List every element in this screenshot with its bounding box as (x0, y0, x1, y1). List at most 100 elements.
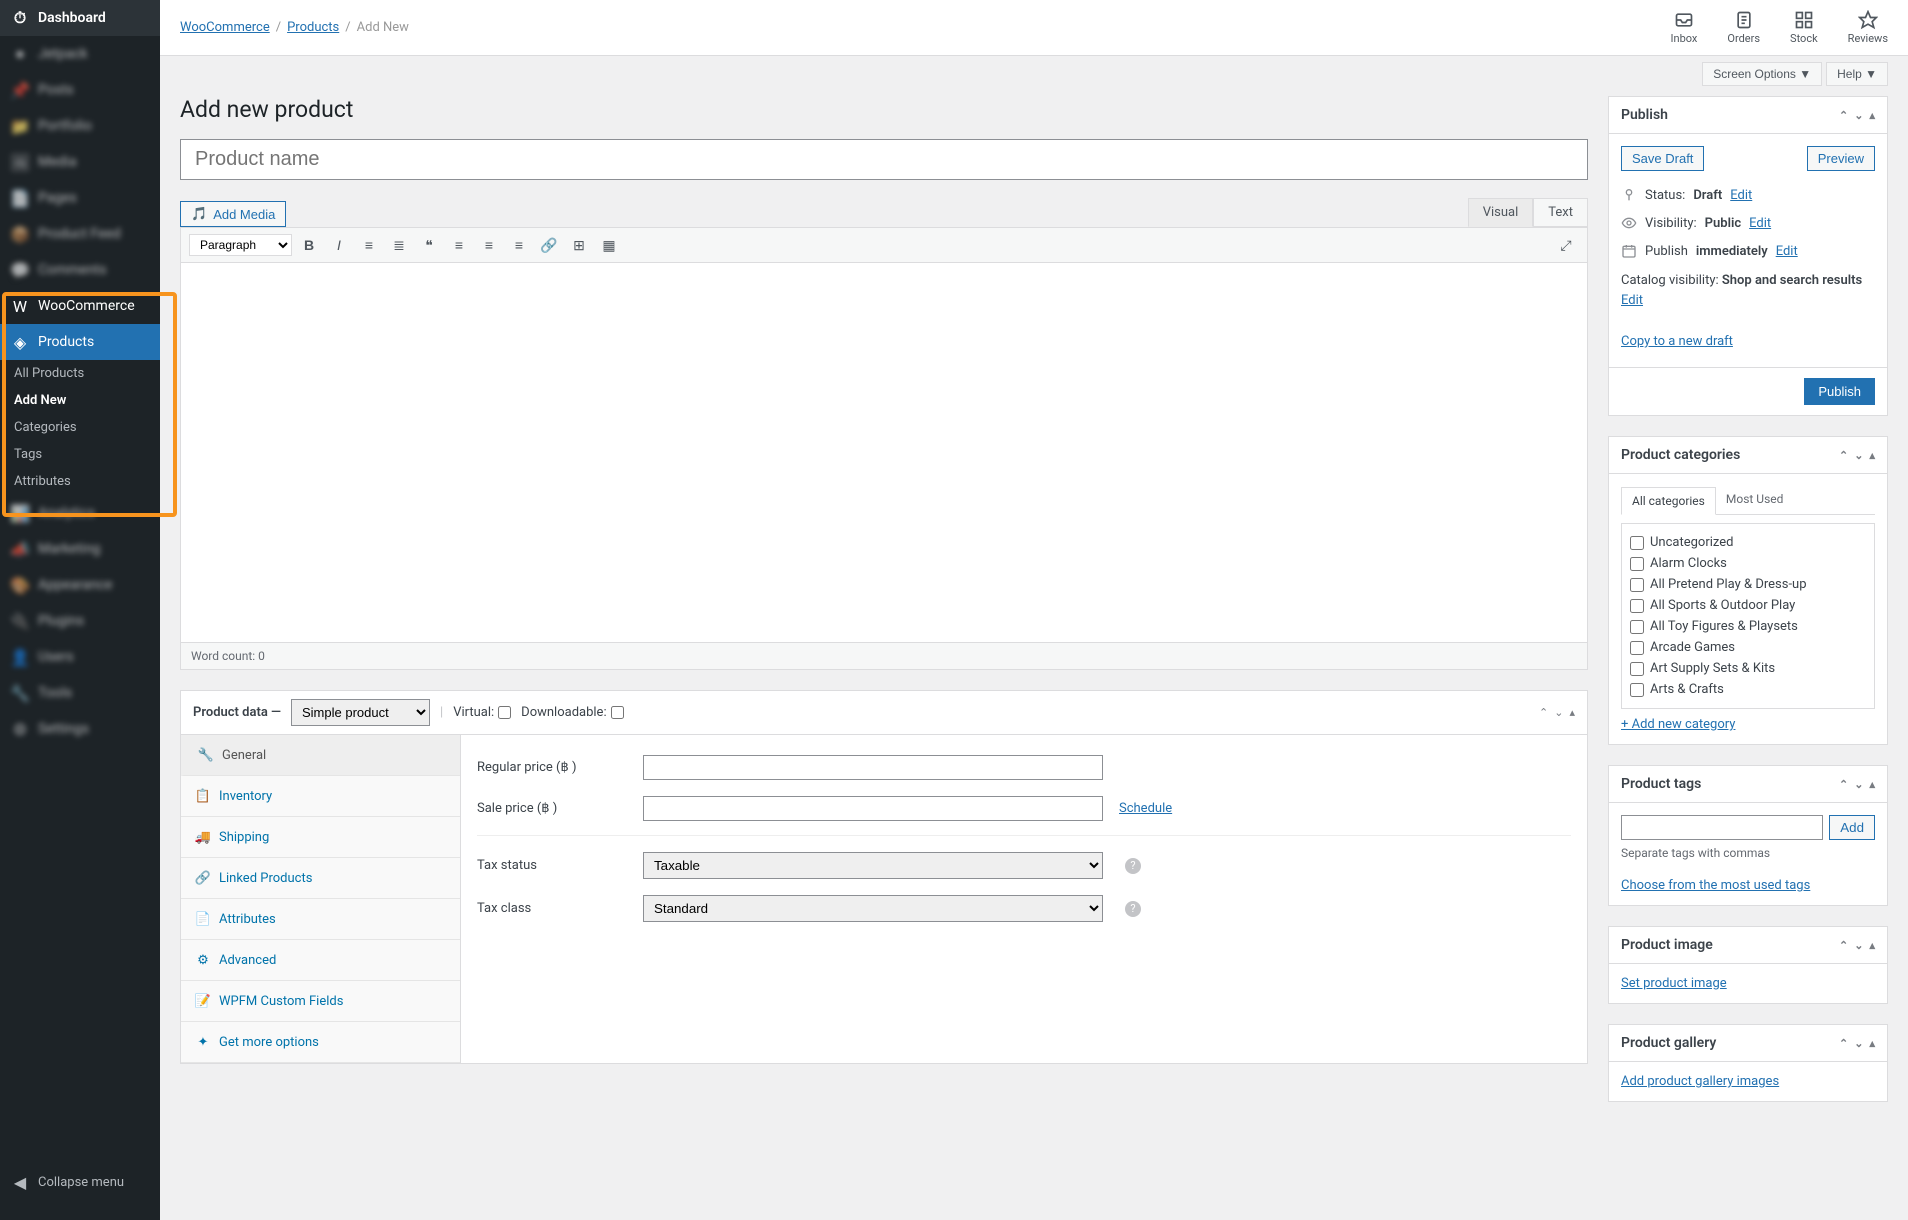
align-left-button[interactable]: ≡ (446, 232, 472, 258)
sidebar-item-blurred[interactable]: 👤Users (0, 639, 160, 675)
tax-class-select[interactable]: Standard (643, 895, 1103, 922)
italic-button[interactable]: I (326, 232, 352, 258)
link-button[interactable]: 🔗 (536, 232, 562, 258)
sidebar-item-blurred[interactable]: ●Jetpack (0, 36, 160, 72)
toolbar-toggle-button[interactable]: ▦ (596, 232, 622, 258)
ol-button[interactable]: ≣ (386, 232, 412, 258)
category-checkbox[interactable] (1630, 557, 1644, 571)
chevron-down-icon[interactable]: ⌄ (1854, 109, 1863, 122)
sidebar-sub-tags[interactable]: Tags (0, 441, 160, 468)
breadcrumb-woocommerce[interactable]: WooCommerce (180, 20, 270, 35)
category-list[interactable]: UncategorizedAlarm ClocksAll Pretend Pla… (1621, 523, 1875, 709)
pd-tab-inventory[interactable]: 📋Inventory (181, 776, 460, 817)
align-right-button[interactable]: ≡ (506, 232, 532, 258)
sidebar-item-blurred[interactable]: 📦Product Feed (0, 216, 160, 252)
category-checkbox[interactable] (1630, 620, 1644, 634)
edit-visibility-link[interactable]: Edit (1749, 216, 1771, 231)
product-name-input[interactable] (180, 139, 1588, 180)
sidebar-item-blurred[interactable]: ⚙Settings (0, 711, 160, 747)
virtual-toggle[interactable]: Virtual: (453, 705, 511, 720)
chevron-down-icon[interactable]: ⌄ (1854, 449, 1863, 462)
category-checkbox[interactable] (1630, 662, 1644, 676)
preview-button[interactable]: Preview (1807, 146, 1875, 171)
sidebar-item-blurred[interactable]: 📣Marketing (0, 531, 160, 567)
category-checkbox[interactable] (1630, 599, 1644, 613)
choose-tags-link[interactable]: Choose from the most used tags (1621, 878, 1810, 893)
sidebar-item-products[interactable]: ◈ Products (0, 324, 160, 360)
product-type-select[interactable]: Simple product (291, 699, 430, 726)
edit-catalog-link[interactable]: Edit (1621, 293, 1643, 308)
add-category-link[interactable]: + Add new category (1621, 717, 1735, 732)
category-checkbox[interactable] (1630, 578, 1644, 592)
paragraph-select[interactable]: Paragraph (189, 234, 292, 256)
sidebar-item-blurred[interactable]: 🔧Tools (0, 675, 160, 711)
collapse-menu-button[interactable]: ◀ Collapse menu (0, 1164, 134, 1200)
help-icon[interactable]: ? (1125, 901, 1141, 917)
help-button[interactable]: Help ▼ (1826, 62, 1888, 86)
chevron-up-icon[interactable]: ⌃ (1839, 1037, 1848, 1050)
save-draft-button[interactable]: Save Draft (1621, 146, 1704, 171)
chevron-down-icon[interactable]: ⌄ (1854, 939, 1863, 952)
pd-tab-wpfm[interactable]: 📝WPFM Custom Fields (181, 981, 460, 1022)
sidebar-sub-all-products[interactable]: All Products (0, 360, 160, 387)
edit-status-link[interactable]: Edit (1730, 188, 1752, 203)
sidebar-item-blurred[interactable]: 📄Pages (0, 180, 160, 216)
breadcrumb-products[interactable]: Products (287, 20, 339, 35)
chevron-up-icon[interactable]: ⌃ (1839, 778, 1848, 791)
pd-tab-more[interactable]: ✦Get more options (181, 1022, 460, 1063)
chevron-down-icon[interactable]: ⌄ (1554, 706, 1563, 719)
publish-button[interactable]: Publish (1804, 378, 1875, 405)
category-checkbox[interactable] (1630, 536, 1644, 550)
top-inbox-button[interactable]: Inbox (1671, 10, 1698, 45)
sidebar-item-dashboard[interactable]: ⏱ Dashboard (0, 0, 160, 36)
add-gallery-link[interactable]: Add product gallery images (1621, 1074, 1779, 1089)
align-center-button[interactable]: ≡ (476, 232, 502, 258)
caret-up-icon[interactable]: ▴ (1869, 109, 1875, 122)
help-icon[interactable]: ? (1125, 858, 1141, 874)
bold-button[interactable]: B (296, 232, 322, 258)
sidebar-item-blurred[interactable]: 🔌Plugins (0, 603, 160, 639)
chevron-up-icon[interactable]: ⌃ (1839, 939, 1848, 952)
set-product-image-link[interactable]: Set product image (1621, 976, 1727, 991)
sidebar-item-blurred[interactable]: 📁Portfolio (0, 108, 160, 144)
caret-up-icon[interactable]: ▴ (1869, 1037, 1875, 1050)
category-item[interactable]: Uncategorized (1630, 532, 1866, 553)
regular-price-input[interactable] (643, 755, 1103, 780)
category-item[interactable]: All Pretend Play & Dress-up (1630, 574, 1866, 595)
editor-tab-visual[interactable]: Visual (1468, 198, 1534, 227)
cat-tab-most[interactable]: Most Used (1716, 486, 1794, 514)
sidebar-item-woocommerce[interactable]: W WooCommerce (0, 288, 160, 324)
editor-tab-text[interactable]: Text (1533, 198, 1588, 227)
edit-publish-link[interactable]: Edit (1776, 244, 1798, 259)
chevron-up-icon[interactable]: ⌃ (1839, 109, 1848, 122)
chevron-up-icon[interactable]: ⌃ (1539, 706, 1548, 719)
sidebar-item-blurred[interactable]: 🖼Media (0, 144, 160, 180)
pd-tab-attributes[interactable]: 📄Attributes (181, 899, 460, 940)
sidebar-item-blurred[interactable]: 📊Analytics (0, 495, 160, 531)
top-stock-button[interactable]: Stock (1790, 10, 1818, 45)
pd-tab-shipping[interactable]: 🚚Shipping (181, 817, 460, 858)
sale-price-input[interactable] (643, 796, 1103, 821)
category-item[interactable]: All Toy Figures & Playsets (1630, 616, 1866, 637)
sidebar-sub-add-new[interactable]: Add New (0, 387, 160, 414)
schedule-link[interactable]: Schedule (1119, 801, 1172, 816)
caret-up-icon[interactable]: ▴ (1869, 778, 1875, 791)
category-checkbox[interactable] (1630, 641, 1644, 655)
sidebar-item-blurred[interactable]: 📌Posts (0, 72, 160, 108)
top-orders-button[interactable]: Orders (1727, 10, 1760, 45)
quote-button[interactable]: ❝ (416, 232, 442, 258)
category-item[interactable]: Art Supply Sets & Kits (1630, 658, 1866, 679)
chevron-down-icon[interactable]: ⌄ (1854, 1037, 1863, 1050)
sidebar-sub-attributes[interactable]: Attributes (0, 468, 160, 495)
category-checkbox[interactable] (1630, 683, 1644, 697)
top-reviews-button[interactable]: Reviews (1848, 10, 1888, 45)
caret-up-icon[interactable]: ▴ (1869, 449, 1875, 462)
category-item[interactable]: Alarm Clocks (1630, 553, 1866, 574)
sidebar-item-blurred[interactable]: 💬Comments (0, 252, 160, 288)
add-media-button[interactable]: 🎵 Add Media (180, 201, 286, 227)
more-button[interactable]: ⊞ (566, 232, 592, 258)
chevron-up-icon[interactable]: ⌃ (1839, 449, 1848, 462)
chevron-down-icon[interactable]: ⌄ (1854, 778, 1863, 791)
category-item[interactable]: All Sports & Outdoor Play (1630, 595, 1866, 616)
content-editor[interactable] (180, 263, 1588, 643)
